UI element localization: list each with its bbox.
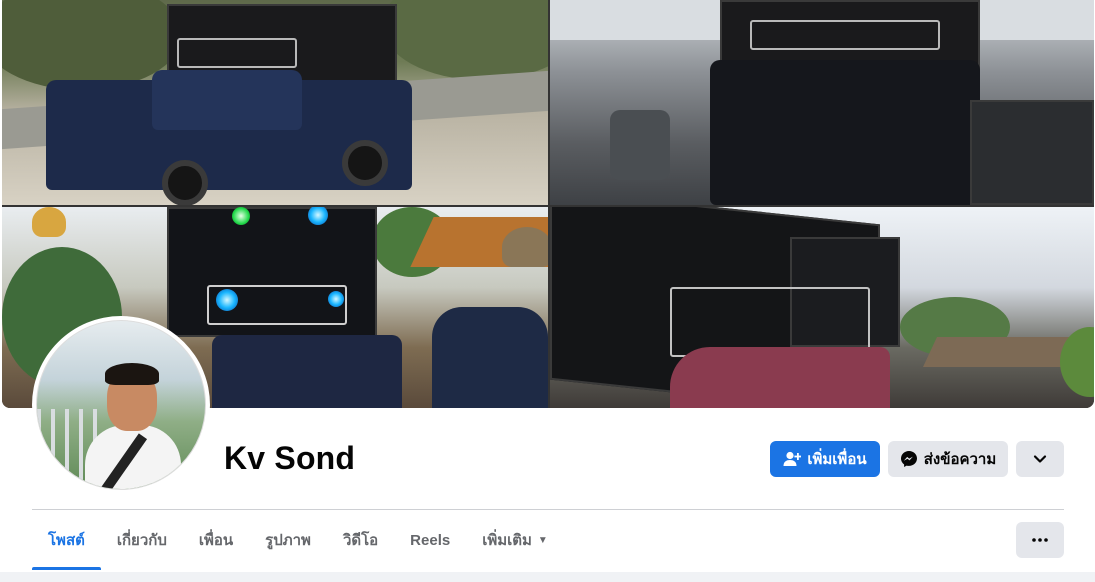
tab-videos[interactable]: วิดีโอ: [327, 510, 394, 570]
tab-posts[interactable]: โพสต์: [32, 510, 101, 570]
tab-about[interactable]: เกี่ยวกับ: [101, 510, 183, 570]
message-button[interactable]: ส่งข้อความ: [888, 441, 1008, 477]
messenger-icon: [900, 451, 917, 467]
content-background: [0, 572, 1095, 582]
tab-reels-label: Reels: [410, 531, 451, 549]
profile-tabs: โพสต์ เกี่ยวกับ เพื่อน รูปภาพ วิดีโอ Ree…: [32, 510, 564, 570]
profile-avatar[interactable]: [32, 316, 210, 494]
add-friend-label: เพิ่มเพื่อน: [807, 451, 867, 468]
tab-photos-label: รูปภาพ: [265, 532, 311, 549]
tab-friends-label: เพื่อน: [198, 532, 234, 549]
avatar-photo: [36, 320, 206, 490]
cover-photo-tile-4: [550, 207, 1094, 408]
caret-down-icon: ▼: [537, 534, 548, 546]
tab-videos-label: วิดีโอ: [342, 532, 379, 549]
tab-photos[interactable]: รูปภาพ: [249, 510, 327, 570]
add-friend-icon: [783, 451, 802, 466]
tab-about-label: เกี่ยวกับ: [116, 532, 167, 549]
tab-reels[interactable]: Reels: [394, 510, 466, 570]
profile-name: Kv Sond: [224, 440, 356, 476]
tab-more-label: เพิ่มเติม: [482, 532, 532, 549]
profile-page: Kv Sond เพิ่มเพื่อน ส่งข้อความ โพสต์ เกี…: [0, 0, 1095, 582]
cover-photo-tile-1: [2, 0, 548, 205]
add-friend-button[interactable]: เพิ่มเพื่อน: [770, 441, 880, 477]
more-options-button[interactable]: [1016, 441, 1064, 477]
tab-posts-label: โพสต์: [48, 532, 85, 549]
tab-more[interactable]: เพิ่มเติม ▼: [466, 510, 564, 570]
tab-friends[interactable]: เพื่อน: [183, 510, 249, 570]
ellipsis-icon: [1032, 538, 1048, 542]
message-label: ส่งข้อความ: [923, 451, 997, 468]
cover-photo-tile-2: [550, 0, 1094, 205]
chevron-down-icon: [1033, 455, 1047, 463]
tabs-more-button[interactable]: [1016, 522, 1064, 558]
